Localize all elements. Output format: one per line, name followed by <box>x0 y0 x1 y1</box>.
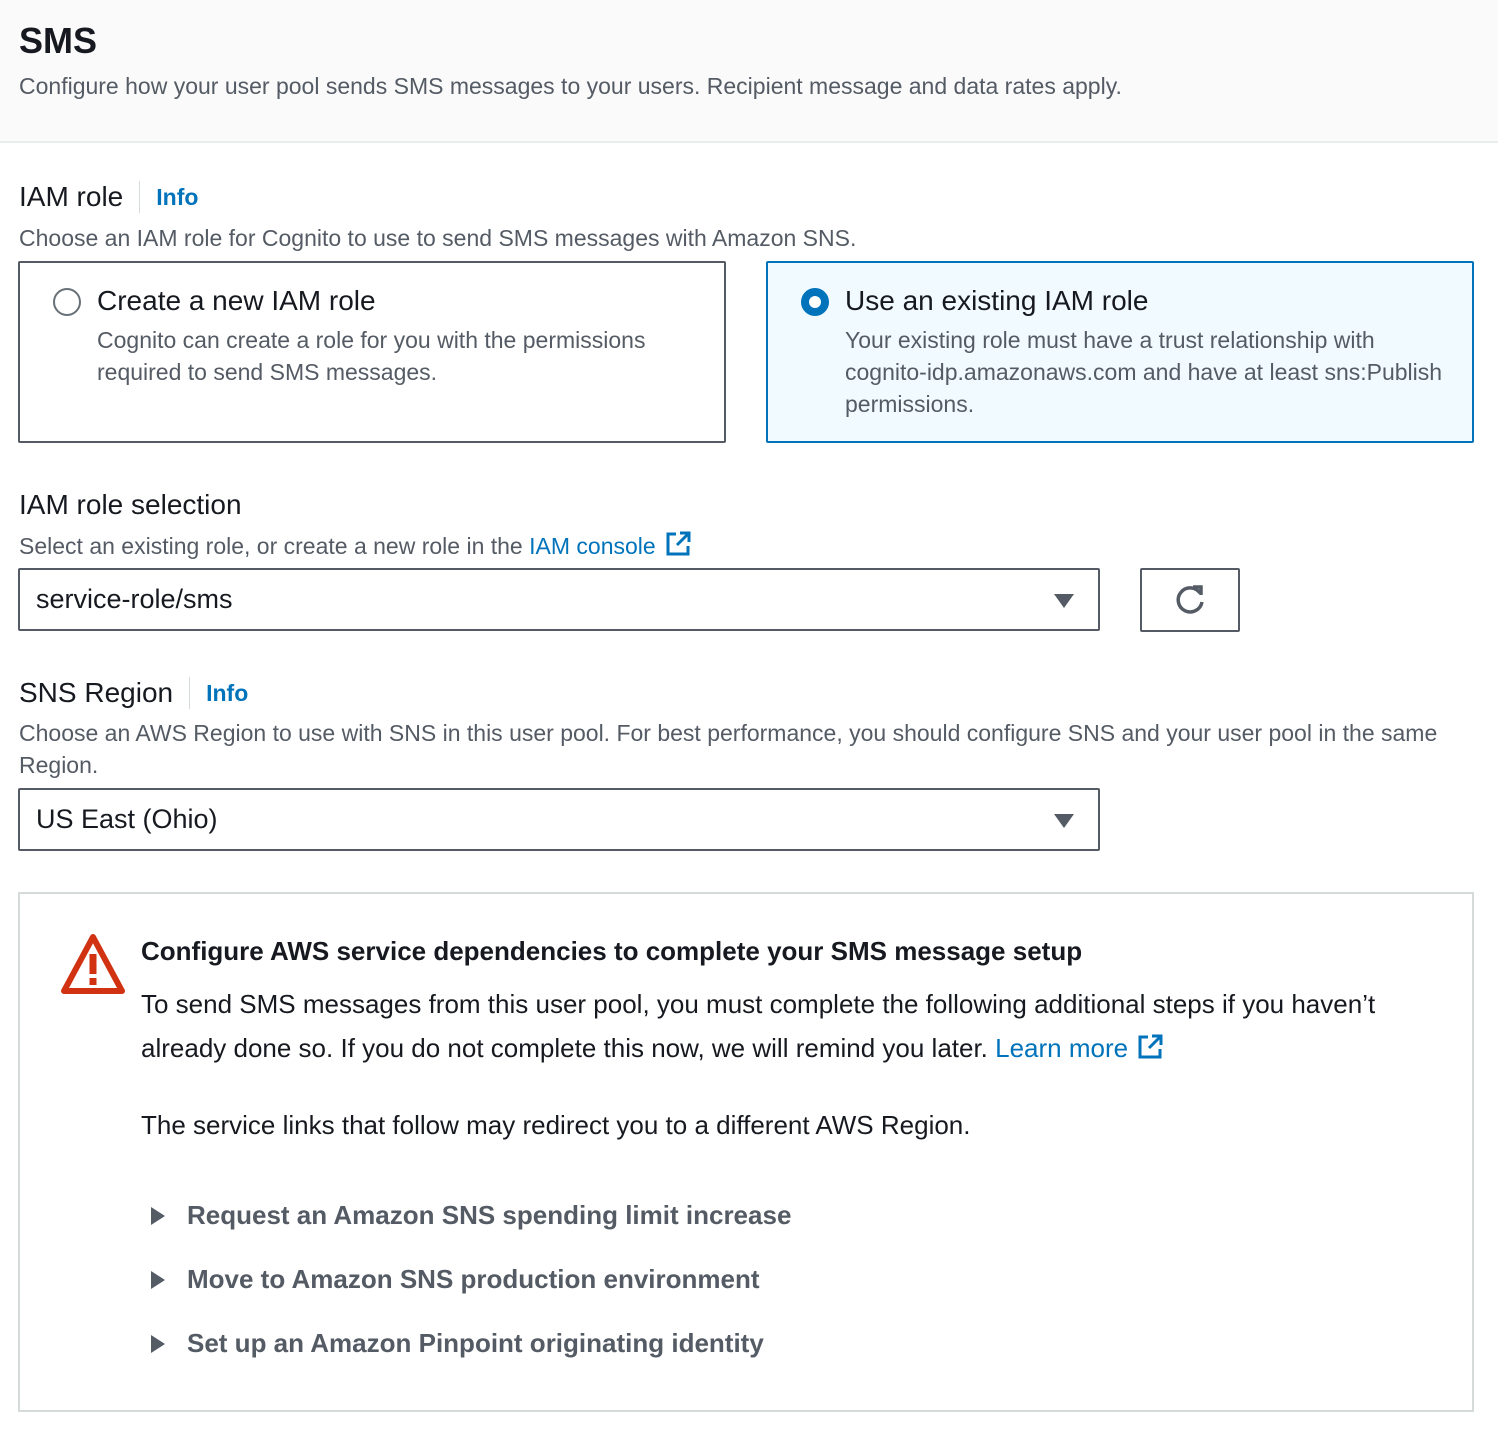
caret-down-icon <box>1054 814 1074 828</box>
iam-role-info-link[interactable]: Info <box>156 184 198 211</box>
tile-use-existing-iam-role[interactable]: Use an existing IAM role Your existing r… <box>766 261 1474 443</box>
tile-title: Use an existing IAM role <box>845 285 1149 316</box>
tile-description: Your existing role must have a trust rel… <box>845 327 1443 417</box>
sns-region-info-link[interactable]: Info <box>206 680 248 707</box>
sns-region-description: Choose an AWS Region to use with SNS in … <box>19 720 1438 778</box>
divider <box>139 181 141 213</box>
iam-role-label-row: IAM role Info <box>19 181 198 213</box>
radio-create-new-iam-role[interactable] <box>53 288 81 316</box>
sns-region-select-value: US East (Ohio) <box>36 804 218 834</box>
divider <box>189 677 191 709</box>
iam-role-select[interactable]: service-role/sms <box>18 568 1100 631</box>
page-title: SMS <box>19 20 98 61</box>
sns-region-label: SNS Region <box>19 677 174 708</box>
caret-down-icon <box>1054 594 1074 608</box>
expander-label: Set up an Amazon Pinpoint originating id… <box>187 1328 764 1358</box>
expander-label: Request an Amazon SNS spending limit inc… <box>187 1200 792 1230</box>
learn-more-link[interactable]: Learn more <box>995 1033 1128 1063</box>
expander-label: Move to Amazon SNS production environmen… <box>187 1264 760 1294</box>
alert-body: To send SMS messages from this user pool… <box>141 982 1431 1070</box>
alert-title: Configure AWS service dependencies to co… <box>141 936 1083 966</box>
sns-region-select[interactable]: US East (Ohio) <box>18 788 1100 851</box>
caret-right-icon <box>151 1270 165 1289</box>
expander-production-environment[interactable]: Move to Amazon SNS production environmen… <box>151 1264 760 1295</box>
iam-role-selection-label: IAM role selection <box>19 489 242 520</box>
sns-region-label-row: SNS Region Info <box>19 677 248 709</box>
iam-role-selection-label-row: IAM role selection <box>19 489 242 521</box>
expander-pinpoint-identity[interactable]: Set up an Amazon Pinpoint originating id… <box>151 1328 764 1359</box>
description-text: Select an existing role, or create a new… <box>19 533 530 559</box>
tile-create-new-iam-role[interactable]: Create a new IAM role Cognito can create… <box>18 261 726 443</box>
refresh-icon <box>1176 585 1204 614</box>
iam-role-selection-description: Select an existing role, or create a new… <box>19 530 692 562</box>
tile-title: Create a new IAM role <box>97 285 376 316</box>
section-header: SMS Configure how your user pool sends S… <box>0 0 1498 143</box>
refresh-button[interactable] <box>1140 568 1240 632</box>
alert-body-text: To send SMS messages from this user pool… <box>141 989 1376 1063</box>
external-link-icon[interactable] <box>1136 1033 1164 1061</box>
warning-alert: Configure AWS service dependencies to co… <box>18 892 1474 1412</box>
iam-role-select-value: service-role/sms <box>36 584 233 614</box>
expander-spending-limit[interactable]: Request an Amazon SNS spending limit inc… <box>151 1200 791 1231</box>
iam-role-description: Choose an IAM role for Cognito to use to… <box>19 225 857 251</box>
tile-description: Cognito can create a role for you with t… <box>97 327 646 385</box>
radio-use-existing-iam-role[interactable] <box>801 288 829 316</box>
page-description: Configure how your user pool sends SMS m… <box>19 73 1122 99</box>
external-link-icon[interactable] <box>664 530 692 558</box>
caret-right-icon <box>151 1206 165 1225</box>
warning-icon <box>61 934 125 994</box>
caret-right-icon <box>151 1334 165 1353</box>
iam-console-link[interactable]: IAM console <box>529 533 656 559</box>
iam-role-label: IAM role <box>19 181 124 212</box>
alert-note: The service links that follow may redire… <box>141 1110 971 1140</box>
